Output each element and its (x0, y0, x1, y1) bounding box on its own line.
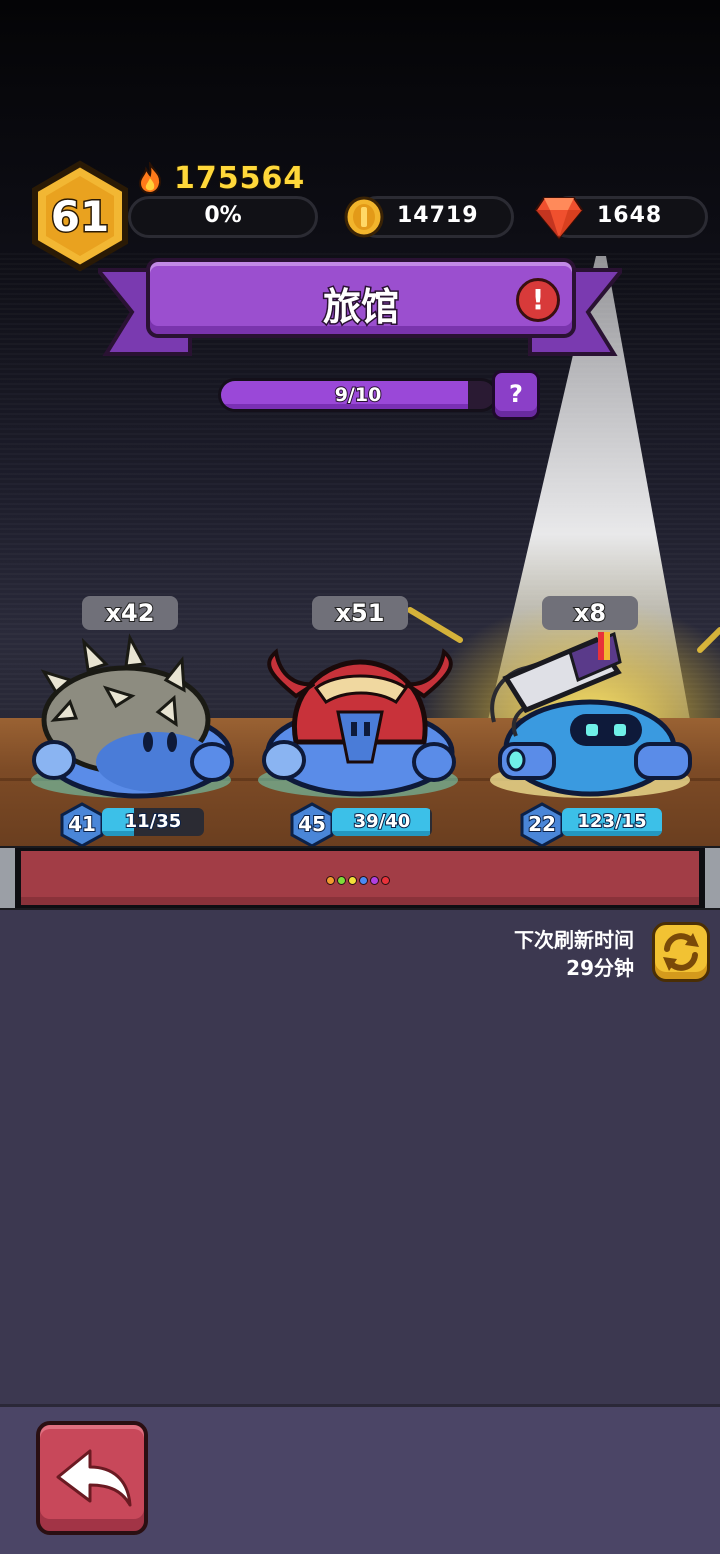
power-display: 175564 (136, 160, 306, 197)
hero-level: 22 (527, 811, 557, 837)
mech-cannon-slime-icon (490, 632, 692, 798)
hero-shard-count: 39/40 (353, 810, 412, 833)
inn-progress-label: 9/10 (334, 383, 383, 407)
indicator-dot (337, 876, 346, 885)
hero-level-badge: 22 (520, 802, 564, 848)
power-value: 175564 (173, 160, 306, 197)
horned-helmet-slime-icon (258, 648, 458, 798)
refresh-time: 29分钟 (566, 956, 634, 980)
spiked-shell-slime-icon (31, 633, 234, 799)
gem-icon (534, 197, 584, 240)
coin-icon (344, 196, 384, 238)
indicator-dot (359, 876, 368, 885)
hero-count-tag: x51 (312, 596, 408, 630)
indicator-dot (326, 876, 335, 885)
refresh-info: 下次刷新时间 29分钟 (514, 926, 634, 982)
help-button[interactable]: ? (492, 370, 540, 420)
refresh-button[interactable] (652, 922, 710, 982)
shelf-right-edge (702, 848, 720, 908)
experience-bar: 0% (128, 196, 318, 238)
page-indicator-dots (326, 876, 390, 886)
shelf-left-edge (0, 848, 18, 908)
hero-shard-bar: 123/15 (562, 808, 662, 836)
page-title: 旅馆 (321, 284, 400, 331)
coin-amount: 14719 (397, 203, 479, 228)
hero-level-badge: 45 (290, 802, 334, 848)
hero-level: 45 (297, 811, 327, 837)
hero-level: 41 (67, 811, 97, 837)
gem-amount: 1648 (597, 203, 663, 228)
indicator-dot (381, 876, 390, 885)
alert-icon[interactable]: ! (516, 278, 560, 322)
indicator-dot (370, 876, 379, 885)
hero-shard-count: 123/15 (576, 810, 647, 833)
hero-slot-3[interactable]: x8 22 123/15 (486, 596, 696, 848)
hero-slot-1[interactable]: x42 41 11/35 (26, 596, 236, 848)
indicator-dot (348, 876, 357, 885)
title-plate: 旅馆 ! (146, 258, 576, 338)
back-button[interactable] (36, 1421, 148, 1535)
hero-count-tag: x42 (82, 596, 178, 630)
refresh-icon (663, 933, 699, 971)
hero-shard-bar: 39/40 (332, 808, 432, 836)
hero-slot-2[interactable]: x51 45 39/40 (256, 596, 466, 848)
hero-shard-count: 11/35 (124, 810, 183, 833)
inn-progress-bar: 9/10 (218, 378, 498, 412)
refresh-label: 下次刷新时间 (514, 928, 634, 952)
back-arrow-icon (56, 1449, 132, 1507)
hero-count-tag: x8 (542, 596, 638, 630)
fire-icon (138, 162, 162, 194)
player-level: 61 (49, 191, 110, 243)
content-panel (0, 910, 720, 1404)
experience-percent: 0% (204, 203, 242, 228)
hero-level-badge: 41 (60, 802, 104, 848)
hero-shard-bar: 11/35 (102, 808, 204, 836)
